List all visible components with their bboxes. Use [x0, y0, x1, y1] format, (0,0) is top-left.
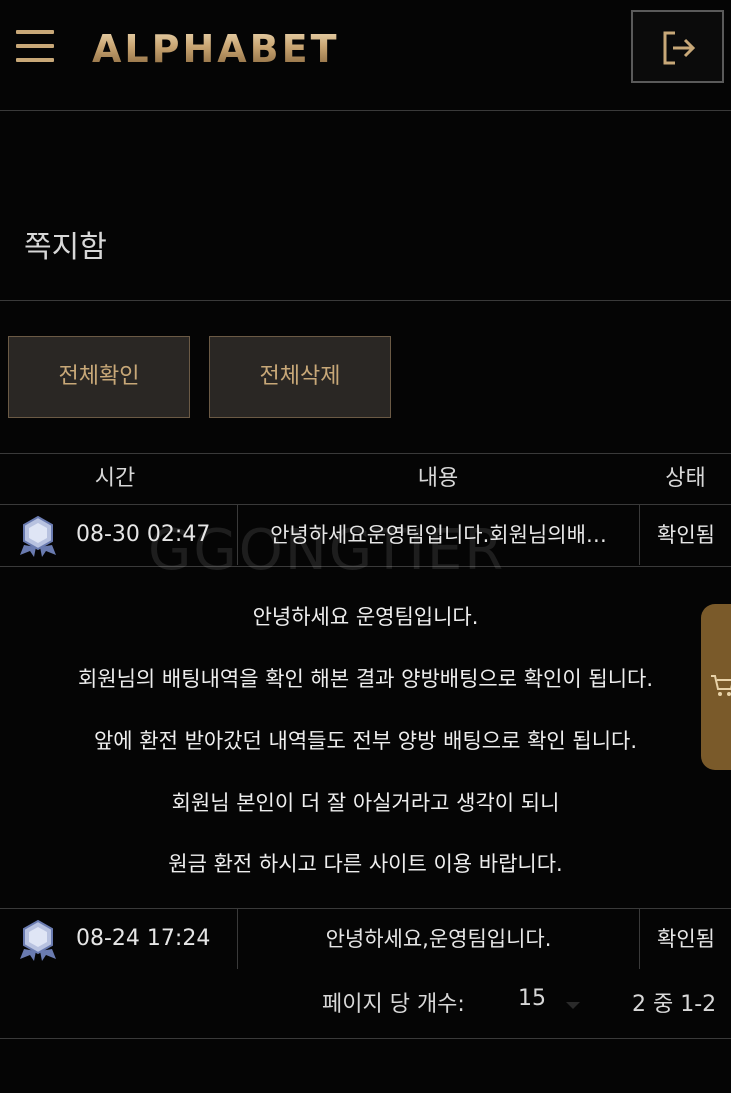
page-range-info: 2 중 1-2	[632, 992, 717, 1017]
site-logo[interactable]: ALPHABET	[92, 24, 340, 74]
message-line: 회원님 본인이 더 잘 아실거라고 생각이 되니	[171, 791, 560, 815]
column-divider	[237, 505, 238, 565]
message-line: 회원님의 배팅내역을 확인 해본 결과 양방배팅으로 확인이 됩니다.	[77, 667, 654, 691]
message-line: 안녕하세요 운영팀입니다.	[252, 605, 479, 629]
delete-all-button[interactable]: 전체삭제	[209, 336, 391, 418]
cart-icon	[711, 675, 731, 696]
column-divider	[639, 505, 640, 565]
table-header: 시간 내용 상태	[0, 453, 731, 505]
medal-icon	[20, 919, 56, 961]
column-header-status: 상태	[665, 466, 706, 491]
logout-button[interactable]	[631, 10, 724, 83]
per-page-select[interactable]: 15	[506, 978, 596, 1024]
page-title: 쪽지함	[24, 230, 107, 265]
column-divider	[639, 909, 640, 969]
message-body: 안녕하세요 운영팀입니다. 회원님의 배팅내역을 확인 해본 결과 양방배팅으로…	[0, 567, 731, 908]
per-page-value: 15	[518, 986, 546, 1011]
chevron-down-icon	[566, 1002, 580, 1009]
message-time: 08-24 17:24	[76, 926, 211, 951]
message-line: 원금 환전 하시고 다른 사이트 이용 바랍니다.	[168, 852, 563, 876]
hamburger-menu-icon[interactable]	[16, 30, 56, 64]
column-header-content: 내용	[417, 466, 459, 491]
column-divider	[237, 909, 238, 969]
top-header: ALPHABET	[0, 0, 731, 111]
title-divider	[0, 300, 731, 301]
per-page-label: 페이지 당 개수:	[322, 992, 465, 1017]
message-line: 앞에 환전 받아갔던 내역들도 전부 양방 배팅으로 확인 됩니다.	[93, 729, 638, 753]
read-all-button[interactable]: 전체확인	[8, 336, 190, 418]
table-row[interactable]: 08-30 02:47 안녕하세요운영팀입니다.회원님의배… 확인됨	[0, 505, 731, 567]
message-status: 확인됨	[657, 523, 715, 547]
message-subject[interactable]: 안녕하세요운영팀입니다.회원님의배…	[240, 505, 637, 565]
message-status: 확인됨	[657, 927, 715, 951]
table-row[interactable]: 08-24 17:24 안녕하세요,운영팀입니다. 확인됨	[0, 908, 731, 970]
message-subject[interactable]: 안녕하세요,운영팀입니다.	[240, 909, 637, 969]
medal-icon	[20, 515, 56, 557]
cart-side-tab[interactable]	[701, 604, 731, 770]
message-time: 08-30 02:47	[76, 522, 211, 547]
page: ALPHABET 쪽지함 전체확인 전체삭제 시간 내용 상태 08-30 02…	[0, 0, 731, 1093]
column-header-time: 시간	[94, 466, 136, 491]
pagination-bar: 페이지 당 개수: 15 2 중 1-2	[0, 970, 731, 1039]
logout-icon	[663, 31, 696, 65]
